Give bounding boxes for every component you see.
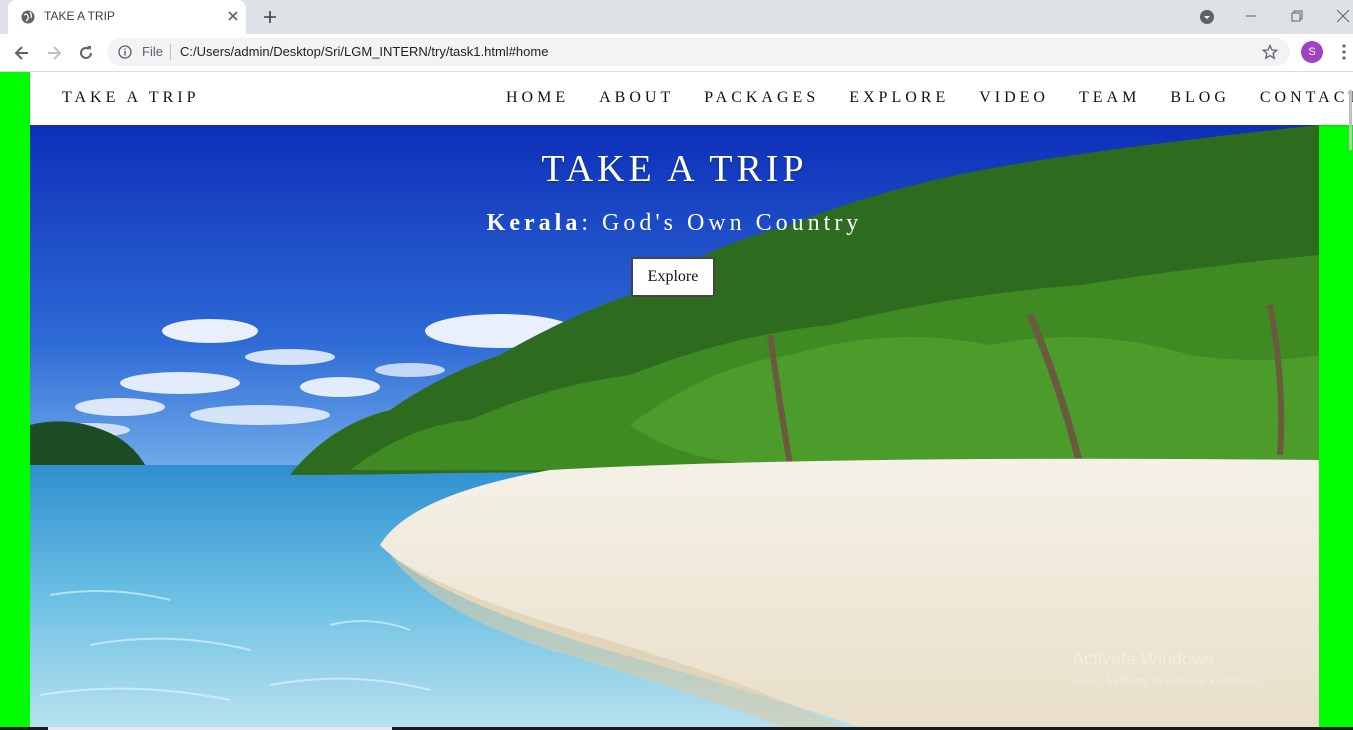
- nav-about-link[interactable]: ABOUT: [599, 89, 674, 107]
- info-icon[interactable]: [118, 45, 132, 59]
- page-viewport: TAKE A TRIP HOME ABOUT PACKAGES EXPLORE …: [0, 72, 1353, 730]
- hero-subtitle-place: Kerala: [486, 210, 582, 236]
- profile-avatar[interactable]: S: [1301, 41, 1323, 63]
- nav-video-link[interactable]: VIDEO: [979, 89, 1049, 107]
- url-text[interactable]: C:/Users/admin/Desktop/Sri/LGM_INTERN/tr…: [180, 44, 548, 59]
- new-tab-icon[interactable]: [262, 9, 278, 25]
- browser-tab[interactable]: TAKE A TRIP: [8, 0, 246, 34]
- back-arrow-icon[interactable]: [12, 43, 32, 63]
- site-navbar: TAKE A TRIP HOME ABOUT PACKAGES EXPLORE …: [30, 72, 1353, 125]
- windows-activation-hint: Go to Settings to activate Windows.: [1072, 673, 1262, 687]
- browser-tab-strip: TAKE A TRIP: [0, 0, 1353, 34]
- windows-activation-watermark: Activate Windows: [1072, 649, 1215, 669]
- minimize-icon[interactable]: [1241, 6, 1261, 26]
- nav-team-link[interactable]: TEAM: [1079, 89, 1140, 107]
- more-menu-icon[interactable]: [1336, 43, 1352, 61]
- omnibox-divider: [170, 44, 171, 60]
- site-menu: HOME ABOUT PACKAGES EXPLORE VIDEO TEAM B…: [506, 89, 1353, 107]
- hero-section: TAKE A TRIP Kerala: God's Own Country Ex…: [30, 125, 1319, 730]
- explore-button[interactable]: Explore: [631, 257, 715, 297]
- page-scrollbar-thumb[interactable]: [1349, 90, 1352, 150]
- forward-arrow-icon[interactable]: [44, 43, 64, 63]
- close-tab-icon[interactable]: [226, 9, 240, 23]
- hero-subtitle: Kerala: God's Own Country: [30, 210, 1319, 237]
- address-bar[interactable]: File C:/Users/admin/Desktop/Sri/LGM_INTE…: [107, 38, 1290, 66]
- file-scheme-label: File: [142, 44, 163, 59]
- chevron-down-icon[interactable]: [1199, 9, 1215, 25]
- site-brand[interactable]: TAKE A TRIP: [62, 89, 200, 107]
- reload-icon[interactable]: [76, 43, 96, 63]
- bookmark-star-icon[interactable]: [1262, 44, 1278, 60]
- close-window-icon[interactable]: [1333, 6, 1353, 26]
- nav-home-link[interactable]: HOME: [506, 89, 569, 107]
- hero-title: TAKE A TRIP: [541, 148, 808, 190]
- nav-explore-link[interactable]: EXPLORE: [849, 89, 949, 107]
- browser-toolbar: File C:/Users/admin/Desktop/Sri/LGM_INTE…: [0, 34, 1353, 72]
- tab-title: TAKE A TRIP: [44, 9, 115, 23]
- nav-blog-link[interactable]: BLOG: [1170, 89, 1230, 107]
- nav-packages-link[interactable]: PACKAGES: [704, 89, 819, 107]
- nav-contact-link[interactable]: CONTACT: [1260, 89, 1353, 107]
- hero-subtitle-tagline: : God's Own Country: [581, 210, 863, 236]
- restore-icon[interactable]: [1287, 6, 1307, 26]
- globe-icon: [21, 10, 35, 24]
